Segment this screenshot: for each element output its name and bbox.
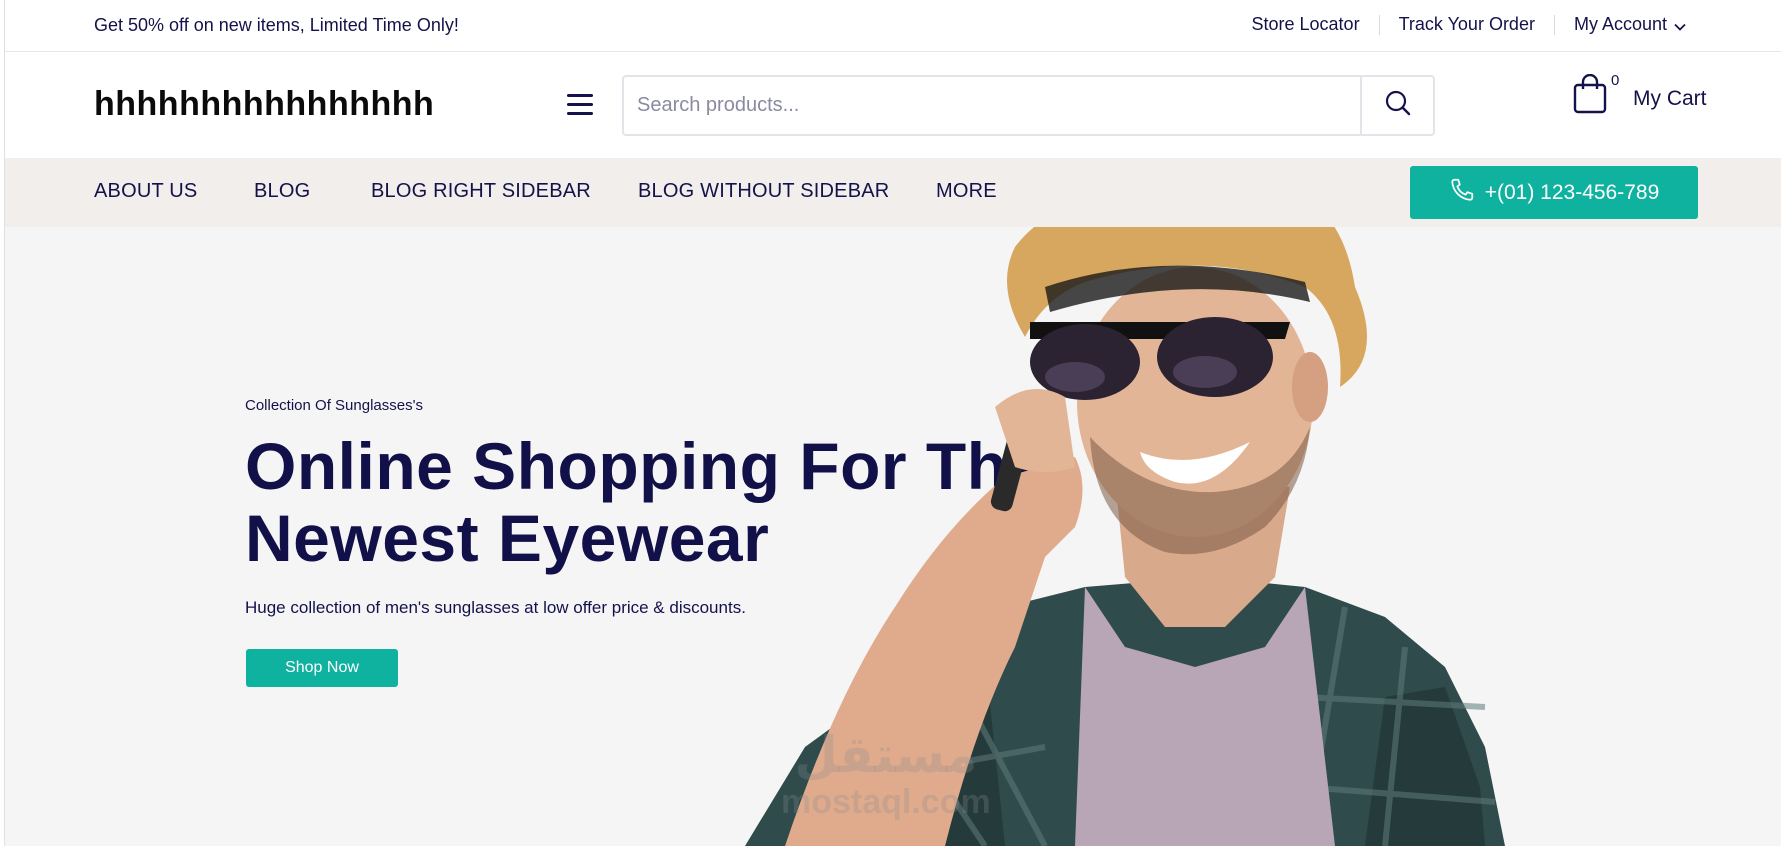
top-links: Store Locator Track Your Order My Accoun… — [1252, 14, 1687, 36]
nav-item-blog-without-sidebar[interactable]: BLOG WITHOUT SIDEBAR — [638, 180, 889, 203]
my-account-dropdown[interactable]: My Account — [1574, 14, 1686, 36]
cart-label: My Cart — [1633, 87, 1707, 110]
phone-number: +(01) 123-456-789 — [1484, 180, 1660, 204]
header: hhhhhhhhhhhhhhhh 0 My Cart — [5, 52, 1781, 158]
hero-eyebrow: Collection Of Sunglasses's — [245, 397, 423, 414]
cart-count-badge: 0 — [1611, 72, 1620, 89]
hero-banner: Collection Of Sunglasses's Online Shoppi… — [5, 227, 1781, 846]
shop-now-button[interactable]: Shop Now — [246, 649, 398, 687]
divider — [1553, 14, 1555, 35]
divider — [1378, 14, 1380, 35]
chevron-down-icon — [1674, 15, 1686, 36]
track-order-link[interactable]: Track Your Order — [1399, 14, 1535, 35]
menu-bar — [567, 103, 593, 106]
main-nav: ABOUT US BLOG BLOG RIGHT SIDEBAR BLOG WI… — [5, 158, 1781, 227]
watermark: مستقل mostaql.com — [781, 727, 991, 821]
nav-item-more[interactable]: MORE — [936, 180, 997, 203]
phone-button[interactable]: +(01) 123-456-789 — [1410, 166, 1698, 219]
promo-text: Get 50% off on new items, Limited Time O… — [94, 15, 459, 35]
nav-item-blog[interactable]: BLOG — [254, 180, 310, 203]
my-account-label: My Account — [1573, 14, 1667, 34]
watermark-domain: mostaql.com — [781, 783, 991, 821]
hero-subtext: Huge collection of men's sunglasses at l… — [245, 598, 746, 617]
phone-icon — [1449, 177, 1485, 209]
menu-icon[interactable] — [567, 94, 593, 116]
store-locator-link[interactable]: Store Locator — [1252, 14, 1360, 35]
top-bar: Get 50% off on new items, Limited Time O… — [5, 0, 1781, 52]
menu-bar — [567, 112, 593, 115]
site-logo[interactable]: hhhhhhhhhhhhhhhh — [94, 85, 434, 124]
page: Get 50% off on new items, Limited Time O… — [0, 0, 1781, 846]
search-button[interactable] — [1360, 77, 1433, 134]
shopping-bag-icon: 0 — [1573, 72, 1619, 118]
search-box — [622, 75, 1435, 136]
search-input[interactable] — [624, 77, 1364, 134]
menu-bar — [567, 94, 593, 97]
nav-item-about-us[interactable]: ABOUT US — [94, 180, 197, 203]
cart-button[interactable]: 0 My Cart — [1573, 72, 1707, 118]
nav-item-blog-right-sidebar[interactable]: BLOG RIGHT SIDEBAR — [371, 180, 591, 203]
search-icon — [1384, 89, 1412, 122]
page-edge — [0, 0, 5, 846]
watermark-arabic: مستقل — [794, 727, 978, 783]
